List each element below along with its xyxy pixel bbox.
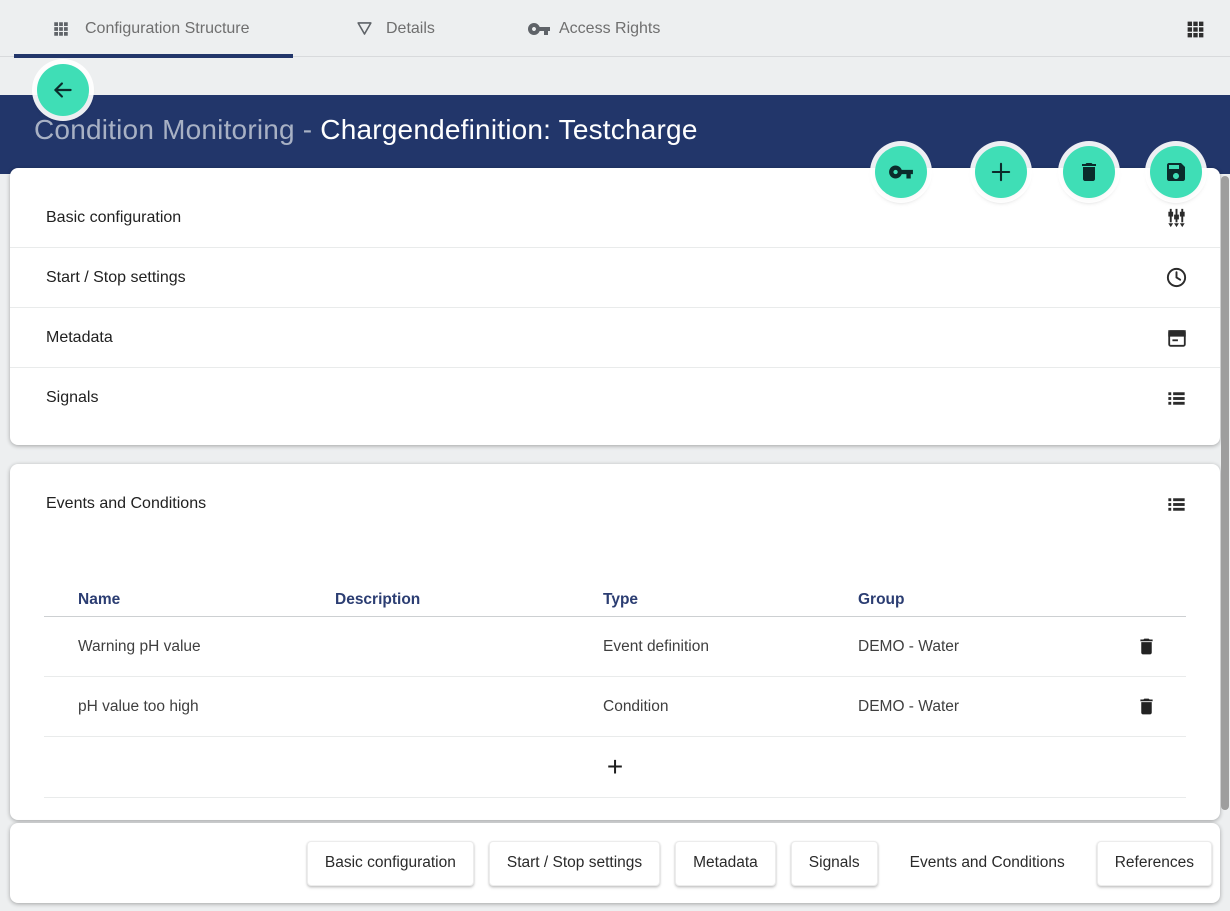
arrow-left-icon	[50, 77, 76, 103]
nav-signals[interactable]: Signals	[791, 841, 878, 886]
table-row[interactable]: pH value too high Condition DEMO - Water	[44, 677, 1186, 737]
column-header-name: Name	[44, 591, 301, 609]
apps-grid-icon[interactable]	[1184, 18, 1206, 40]
add-row-button[interactable]: +	[591, 743, 639, 791]
row-delete-button[interactable]	[1126, 687, 1166, 727]
page-title: Condition Monitoring - Chargendefinition…	[34, 114, 698, 146]
section-label: Metadata	[46, 329, 113, 347]
key-icon	[888, 159, 914, 185]
cell-name: pH value too high	[44, 698, 301, 716]
save-icon	[1164, 160, 1188, 184]
nav-start-stop-settings[interactable]: Start / Stop settings	[489, 841, 660, 886]
events-table-header: Name Description Type Group	[44, 583, 1186, 617]
tune-icon	[1165, 206, 1188, 229]
trash-icon	[1077, 160, 1101, 184]
cell-type: Event definition	[569, 638, 824, 656]
column-header-group: Group	[824, 591, 1106, 609]
plus-icon	[987, 158, 1015, 186]
events-card: Events and Conditions Name Description T…	[10, 464, 1220, 820]
list-icon	[1165, 493, 1188, 516]
tab-label: Details	[386, 20, 435, 38]
section-label: Basic configuration	[46, 209, 181, 227]
add-row: +	[44, 737, 1186, 798]
cell-actions	[1106, 687, 1186, 727]
cell-group: DEMO - Water	[824, 638, 1106, 656]
vertical-scrollbar[interactable]	[1221, 176, 1229, 810]
page-header: Condition Monitoring - Chargendefinition…	[0, 95, 1230, 174]
calendar-icon	[1166, 327, 1188, 349]
page-title-prefix: Condition Monitoring -	[34, 114, 320, 145]
sections-card: Basic configuration Start / Stop setting…	[10, 168, 1220, 445]
trash-icon	[1136, 696, 1157, 717]
access-rights-button[interactable]	[875, 146, 927, 198]
tab-details[interactable]: Details	[340, 0, 470, 57]
bottom-nav-bar: Basic configuration Start / Stop setting…	[10, 823, 1220, 903]
filter-icon	[355, 19, 374, 38]
back-button[interactable]	[37, 64, 89, 116]
nav-references[interactable]: References	[1097, 841, 1212, 886]
section-start-stop-settings[interactable]: Start / Stop settings	[10, 248, 1220, 308]
section-basic-configuration[interactable]: Basic configuration	[10, 188, 1220, 248]
events-table: Name Description Type Group Warning pH v…	[44, 583, 1186, 798]
clock-icon	[1165, 266, 1188, 289]
top-tab-bar: Configuration Structure Details Access R…	[0, 0, 1230, 57]
events-title: Events and Conditions	[46, 495, 206, 513]
grid-icon	[52, 20, 70, 38]
tab-label: Access Rights	[559, 20, 660, 38]
key-icon	[527, 17, 551, 41]
nav-basic-configuration[interactable]: Basic configuration	[307, 841, 474, 886]
save-button[interactable]	[1150, 146, 1202, 198]
cell-type: Condition	[569, 698, 824, 716]
tab-configuration-structure[interactable]: Configuration Structure	[14, 0, 293, 57]
column-header-description: Description	[301, 591, 569, 609]
trash-icon	[1136, 636, 1157, 657]
add-button[interactable]	[975, 146, 1027, 198]
row-delete-button[interactable]	[1126, 627, 1166, 667]
table-row[interactable]: Warning pH value Event definition DEMO -…	[44, 617, 1186, 677]
nav-events-and-conditions[interactable]: Events and Conditions	[893, 841, 1082, 886]
cell-actions	[1106, 627, 1186, 667]
column-header-type: Type	[569, 591, 824, 609]
section-metadata[interactable]: Metadata	[10, 308, 1220, 368]
page-title-main: Chargendefinition: Testcharge	[320, 114, 697, 145]
section-signals[interactable]: Signals	[10, 368, 1220, 428]
tab-label: Configuration Structure	[85, 20, 250, 38]
cell-group: DEMO - Water	[824, 698, 1106, 716]
section-label: Start / Stop settings	[46, 269, 186, 287]
delete-button[interactable]	[1063, 146, 1115, 198]
cell-name: Warning pH value	[44, 638, 301, 656]
tab-access-rights[interactable]: Access Rights	[512, 0, 682, 57]
list-icon	[1165, 387, 1188, 410]
section-label: Signals	[46, 389, 98, 407]
events-header[interactable]: Events and Conditions	[10, 464, 1220, 544]
nav-metadata[interactable]: Metadata	[675, 841, 776, 886]
